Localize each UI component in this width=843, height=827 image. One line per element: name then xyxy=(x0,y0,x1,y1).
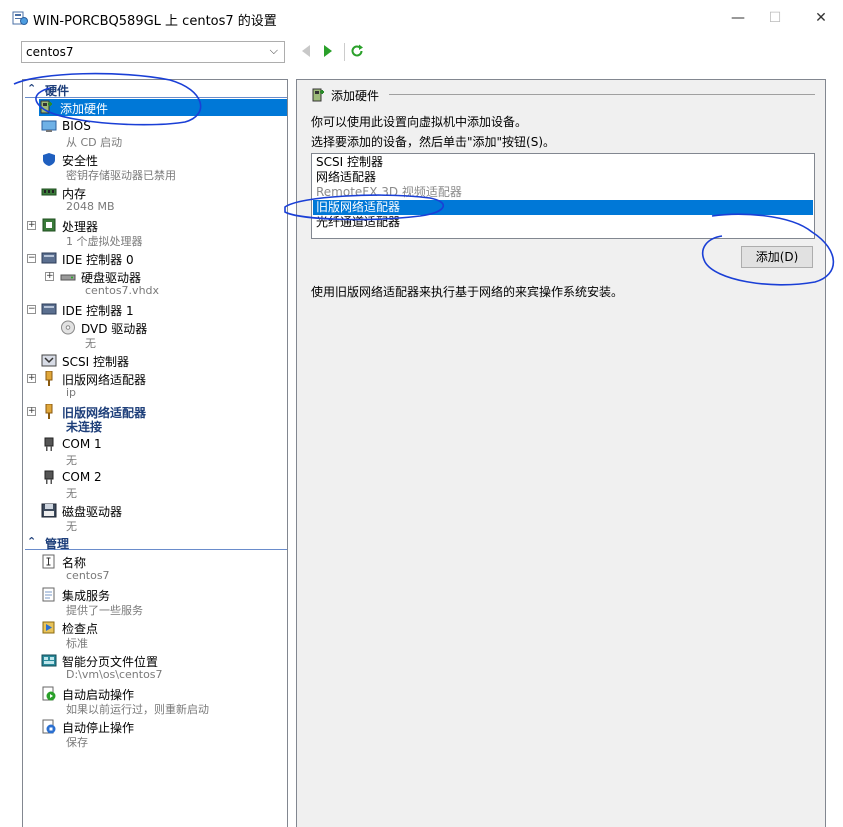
window-edge xyxy=(838,36,843,827)
memory-detail: 2048 MB xyxy=(66,200,115,213)
add-hardware-header-icon xyxy=(311,87,327,103)
vm-selector-value: centos7 xyxy=(26,45,74,59)
next-icon[interactable] xyxy=(322,44,334,61)
serial-port-icon xyxy=(41,470,57,485)
tree-item-com2[interactable]: COM 2 xyxy=(41,469,281,486)
title-rule xyxy=(389,94,815,95)
panel-instruction-2: 选择要添加的设备，然后单击"添加"按钮(S)。 xyxy=(311,135,556,149)
collapse-icon: ⌃ xyxy=(27,535,37,548)
tree-item-ide-controller-0[interactable]: IDE 控制器 0 xyxy=(41,250,281,267)
tree-item-checkpoints[interactable]: 检查点 xyxy=(41,619,281,636)
expand-legacy-nic1-icon[interactable]: + xyxy=(27,374,36,383)
management-section-header[interactable]: ⌃ 管理 xyxy=(25,535,287,551)
bios-icon xyxy=(41,119,57,134)
network-adapter-icon xyxy=(41,403,57,419)
maximize-button[interactable]: ☐ xyxy=(760,6,790,30)
title-bar: WIN-PORCBQ589GL 上 centos7 的设置 — ☐ ✕ xyxy=(0,0,843,36)
device-listbox[interactable]: SCSI 控制器 网络适配器 RemoteFX 3D 视频适配器 旧版网络适配器… xyxy=(311,153,815,239)
dvd-icon xyxy=(60,320,76,335)
details-panel: 添加硬件 你可以使用此设置向虚拟机中添加设备。 选择要添加的设备，然后单击"添加… xyxy=(296,79,826,827)
auto-start-detail: 如果以前运行过，则重新启动 xyxy=(66,703,209,716)
expand-legacy-nic2-icon[interactable]: + xyxy=(27,407,36,416)
list-item: RemoteFX 3D 视频适配器 xyxy=(316,185,462,199)
checkpoints-detail: 标准 xyxy=(66,637,88,650)
tree-item-smart-paging-file-location[interactable]: 智能分页文件位置 xyxy=(41,652,281,669)
tree-item-ide-controller-1[interactable]: IDE 控制器 1 xyxy=(41,301,281,318)
chevron-down-icon: ⌵ xyxy=(269,44,278,57)
expand-processor-icon[interactable]: + xyxy=(27,221,36,230)
auto-start-icon xyxy=(41,686,57,701)
integration-services-icon xyxy=(41,587,57,602)
collapse-icon: ⌃ xyxy=(27,82,37,95)
smart-paging-detail: D:\vm\os\centos7 xyxy=(66,668,163,681)
expand-hdd-icon[interactable]: + xyxy=(45,272,54,281)
tree-item-hard-drive[interactable]: 硬盘驱动器 xyxy=(60,268,280,285)
tree-item-add-hardware[interactable]: 添加硬件 xyxy=(39,99,287,116)
tree-item-legacy-network-adapter-1[interactable]: 旧版网络适配器 xyxy=(41,370,281,387)
auto-stop-icon xyxy=(41,719,57,734)
tree-item-automatic-stop-action[interactable]: 自动停止操作 xyxy=(41,718,281,735)
com1-detail: 无 xyxy=(66,454,77,467)
ide-controller-icon xyxy=(41,251,57,266)
add-hardware-icon xyxy=(39,100,55,115)
settings-tree[interactable]: ⌃ 硬件 添加硬件 BIOS 从 CD 启动 安全性 密钥存储驱动器已禁用 内存… xyxy=(22,79,288,827)
processor-icon xyxy=(41,218,57,233)
smart-paging-icon xyxy=(41,653,57,668)
panel-instruction-1: 你可以使用此设置向虚拟机中添加设备。 xyxy=(311,115,528,129)
tree-item-automatic-start-action[interactable]: 自动启动操作 xyxy=(41,685,281,702)
section-divider xyxy=(25,97,287,98)
collapse-ide0-icon[interactable]: − xyxy=(27,254,36,263)
tree-item-integration-services[interactable]: 集成服务 xyxy=(41,586,281,603)
tree-item-dvd-drive[interactable]: DVD 驱动器 xyxy=(60,319,280,336)
minimize-button[interactable]: — xyxy=(723,6,753,30)
tree-item-security[interactable]: 安全性 xyxy=(41,151,281,168)
collapse-ide1-icon[interactable]: − xyxy=(27,305,36,314)
tree-item-bios[interactable]: BIOS xyxy=(41,118,281,135)
shield-icon xyxy=(41,152,57,167)
name-icon xyxy=(41,554,57,569)
refresh-icon[interactable] xyxy=(350,44,364,61)
tree-item-processor[interactable]: 处理器 xyxy=(41,217,281,234)
previous-icon[interactable] xyxy=(300,44,312,61)
close-button[interactable]: ✕ xyxy=(806,6,836,30)
floppy-icon xyxy=(41,503,57,518)
list-item[interactable]: 光纤通道适配器 xyxy=(313,215,813,230)
com2-detail: 无 xyxy=(66,487,77,500)
tree-item-floppy-drive[interactable]: 磁盘驱动器 xyxy=(41,502,281,519)
window-title: WIN-PORCBQ589GL 上 centos7 的设置 xyxy=(33,14,277,29)
settings-window-icon xyxy=(12,10,28,26)
floppy-detail: 无 xyxy=(66,520,77,533)
list-item[interactable]: SCSI 控制器 xyxy=(313,155,813,170)
hard-drive-detail: centos7.vhdx xyxy=(85,284,160,297)
checkpoint-icon xyxy=(41,620,57,635)
toolbar-separator xyxy=(344,43,345,61)
serial-port-icon xyxy=(41,437,57,452)
list-item[interactable]: 网络适配器 xyxy=(313,170,813,185)
tree-item-name[interactable]: 名称 xyxy=(41,553,281,570)
auto-stop-detail: 保存 xyxy=(66,736,88,749)
list-item-selected[interactable]: 旧版网络适配器 xyxy=(313,200,813,215)
vm-selector-dropdown[interactable]: centos7 ⌵ xyxy=(21,41,285,63)
add-button[interactable]: 添加(D) xyxy=(741,246,813,268)
network-adapter-icon xyxy=(41,370,57,386)
scsi-controller-icon xyxy=(41,353,57,368)
panel-title: 添加硬件 xyxy=(331,89,380,103)
dvd-detail: 无 xyxy=(85,337,96,350)
device-description: 使用旧版网络适配器来执行基于网络的来宾操作系统安装。 xyxy=(311,285,624,299)
ide-controller-icon xyxy=(41,302,57,317)
name-detail: centos7 xyxy=(66,569,110,582)
integration-services-detail: 提供了一些服务 xyxy=(66,604,143,617)
memory-icon xyxy=(41,185,57,200)
security-detail: 密钥存储驱动器已禁用 xyxy=(66,169,176,182)
tree-item-com1[interactable]: COM 1 xyxy=(41,436,281,453)
legacy-nic2-detail: 未连接 xyxy=(66,420,103,434)
processor-detail: 1 个虚拟处理器 xyxy=(66,235,143,248)
bios-detail: 从 CD 启动 xyxy=(66,136,123,149)
hard-drive-icon xyxy=(60,269,76,284)
tree-item-memory[interactable]: 内存 xyxy=(41,184,281,201)
hardware-section-header[interactable]: ⌃ 硬件 xyxy=(25,82,287,98)
legacy-nic1-detail: ip xyxy=(66,386,77,399)
tree-item-scsi-controller[interactable]: SCSI 控制器 xyxy=(41,352,281,369)
